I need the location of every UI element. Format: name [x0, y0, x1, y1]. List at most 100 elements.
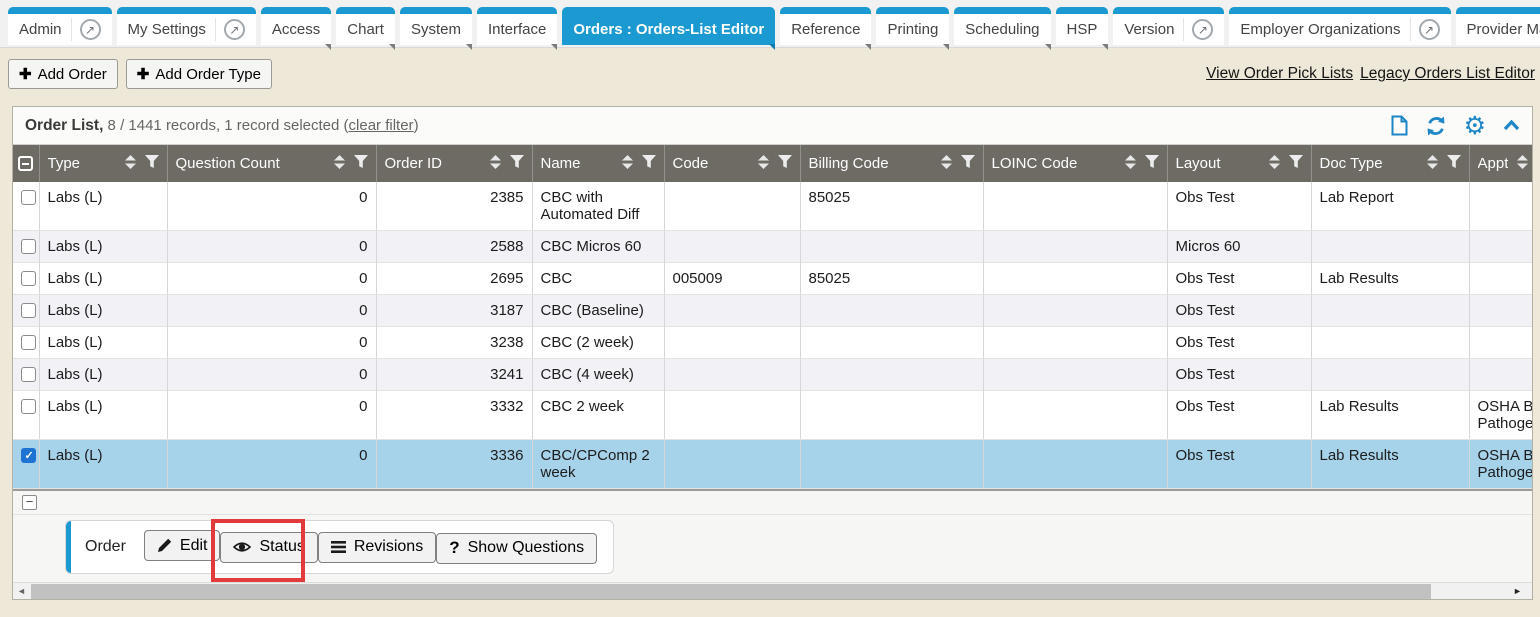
select-all-checkbox[interactable] — [18, 156, 33, 171]
filter-icon[interactable] — [510, 155, 524, 172]
cell-code — [664, 391, 800, 440]
sort-icon[interactable] — [1125, 155, 1136, 173]
table-row[interactable]: Labs (L)03336CBC/CPComp 2 weekObs TestLa… — [13, 440, 1532, 489]
cell-doc-type: Lab Results — [1311, 440, 1469, 489]
tab-scheduling[interactable]: Scheduling — [954, 7, 1050, 45]
table-row[interactable]: Labs (L)03241CBC (4 week)Obs Test — [13, 359, 1532, 391]
sort-icon[interactable] — [1427, 155, 1438, 173]
row-checkbox[interactable] — [21, 335, 36, 350]
external-link-icon[interactable]: ↗ — [1419, 19, 1440, 40]
row-checkbox[interactable] — [21, 303, 36, 318]
tab-provider-management[interactable]: Provider Management↗ — [1456, 7, 1540, 45]
column-header-loinc-code[interactable]: LOINC Code — [983, 145, 1167, 182]
cell-code — [664, 327, 800, 359]
new-record-icon[interactable] — [1391, 115, 1408, 136]
sort-icon[interactable] — [1517, 155, 1528, 173]
cell-code — [664, 295, 800, 327]
table-row[interactable]: Labs (L)02695CBC00500985025Obs TestLab R… — [13, 263, 1532, 295]
tab-admin[interactable]: Admin↗ — [8, 7, 112, 45]
sort-icon[interactable] — [334, 155, 345, 173]
filter-icon[interactable] — [145, 155, 159, 172]
tab-label: Version — [1124, 21, 1174, 38]
table-row[interactable]: Labs (L)03187CBC (Baseline)Obs Test — [13, 295, 1532, 327]
column-header-name[interactable]: Name — [532, 145, 664, 182]
horizontal-scrollbar[interactable]: ◄ ► — [13, 582, 1532, 599]
add-order-type-button[interactable]: ✚ Add Order Type — [126, 59, 272, 89]
column-header-question-count[interactable]: Question Count — [167, 145, 376, 182]
column-header-layout[interactable]: Layout — [1167, 145, 1311, 182]
order-list-panel: Order List, 8 / 1441 records, 1 record s… — [12, 106, 1533, 600]
table-row[interactable]: Labs (L)03332CBC 2 weekObs TestLab Resul… — [13, 391, 1532, 440]
sort-icon[interactable] — [758, 155, 769, 173]
tab-system[interactable]: System — [400, 7, 472, 45]
tab-version[interactable]: Version ↗ — [1113, 7, 1224, 45]
row-checkbox[interactable] — [21, 239, 36, 254]
sort-icon[interactable] — [622, 155, 633, 173]
cell-billing-code — [800, 295, 983, 327]
row-checkbox[interactable] — [21, 190, 36, 205]
row-checkbox[interactable] — [21, 399, 36, 414]
filter-icon[interactable] — [778, 155, 792, 172]
cell-order-id: 3332 — [376, 391, 532, 440]
column-header-type[interactable]: Type — [39, 145, 167, 182]
scrollbar-thumb[interactable] — [31, 584, 1431, 599]
table-row[interactable]: Labs (L)02588CBC Micros 60Micros 60 — [13, 231, 1532, 263]
tab-chart[interactable]: Chart — [336, 7, 395, 45]
tab-label: Interface — [488, 21, 546, 38]
sort-icon[interactable] — [490, 155, 501, 173]
tab-label: System — [411, 21, 461, 38]
tab-interface[interactable]: Interface — [477, 7, 557, 45]
filter-icon[interactable] — [354, 155, 368, 172]
collapse-chevron-icon[interactable] — [1503, 120, 1520, 131]
refresh-icon[interactable] — [1425, 115, 1447, 137]
view-order-pick-lists-link[interactable]: View Order Pick Lists — [1206, 65, 1353, 83]
column-header-code[interactable]: Code — [664, 145, 800, 182]
filter-icon[interactable] — [1145, 155, 1159, 172]
tab-printing[interactable]: Printing — [876, 7, 949, 45]
row-checkbox[interactable] — [21, 271, 36, 286]
show-questions-button[interactable]: ?Show Questions — [436, 533, 597, 564]
cell-question-count: 0 — [167, 359, 376, 391]
sort-icon[interactable] — [125, 155, 136, 173]
status-button[interactable]: Status — [220, 532, 317, 563]
tab-employer-organizations[interactable]: Employer Organizations↗ — [1229, 7, 1450, 45]
table-row[interactable]: Labs (L)02385CBC with Automated Diff8502… — [13, 182, 1532, 231]
filter-icon[interactable] — [1447, 155, 1461, 172]
external-link-icon[interactable]: ↗ — [80, 19, 101, 40]
column-header-doc-type[interactable]: Doc Type — [1311, 145, 1469, 182]
cell-code — [664, 231, 800, 263]
column-header-order-id[interactable]: Order ID — [376, 145, 532, 182]
tab-label: My Settings — [128, 21, 206, 38]
tab-my-settings[interactable]: My Settings ↗ — [117, 7, 256, 45]
scroll-right-arrow-icon[interactable]: ► — [1509, 583, 1526, 600]
collapse-detail-toggle[interactable]: − — [22, 495, 37, 510]
tab-reference[interactable]: Reference — [780, 7, 871, 45]
column-header-billing-code[interactable]: Billing Code — [800, 145, 983, 182]
sort-icon[interactable] — [1269, 155, 1280, 173]
tab-access[interactable]: Access — [261, 7, 331, 45]
tab-orders-orders-list-editor[interactable]: Orders : Orders-List Editor — [562, 7, 775, 45]
add-order-button[interactable]: ✚ Add Order — [8, 59, 118, 89]
cell-loinc-code — [983, 391, 1167, 440]
cell-loinc-code — [983, 327, 1167, 359]
sort-icon[interactable] — [941, 155, 952, 173]
filter-icon[interactable] — [642, 155, 656, 172]
column-label: Appt. Ty — [1478, 155, 1508, 172]
filter-icon[interactable] — [1289, 155, 1303, 172]
tab-hsp[interactable]: HSP — [1056, 7, 1109, 45]
column-header-appt-ty[interactable]: Appt. Ty — [1469, 145, 1532, 182]
settings-gear-icon[interactable]: ⚙ — [1464, 116, 1486, 136]
legacy-orders-list-editor-link[interactable]: Legacy Orders List Editor — [1360, 65, 1535, 83]
row-checkbox[interactable] — [21, 448, 36, 463]
filter-icon[interactable] — [961, 155, 975, 172]
clear-filter-link[interactable]: clear filter — [349, 117, 414, 134]
external-link-icon[interactable]: ↗ — [1192, 19, 1213, 40]
detail-expander-bar: − — [13, 489, 1532, 515]
scroll-left-arrow-icon[interactable]: ◄ — [13, 583, 30, 600]
edit-button[interactable]: Edit — [144, 530, 221, 561]
cell-loinc-code — [983, 440, 1167, 489]
external-link-icon[interactable]: ↗ — [224, 19, 245, 40]
row-checkbox[interactable] — [21, 367, 36, 382]
table-row[interactable]: Labs (L)03238CBC (2 week)Obs Test — [13, 327, 1532, 359]
revisions-button[interactable]: Revisions — [318, 532, 436, 563]
